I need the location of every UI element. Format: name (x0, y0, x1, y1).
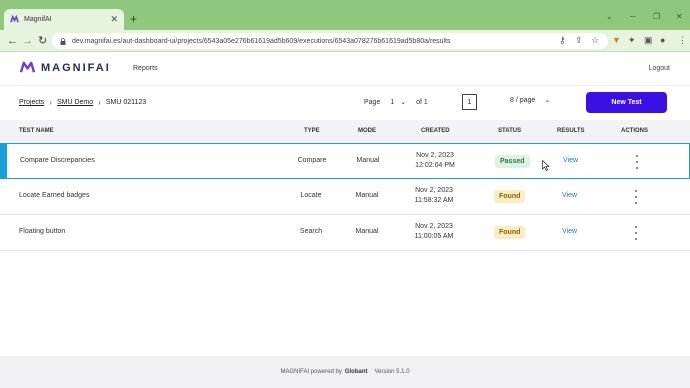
created-datetime: Nov 2, 2023 12:02:04 PM (400, 151, 470, 171)
mouse-cursor-icon (542, 160, 550, 171)
per-page-value: 8 / page (510, 96, 536, 104)
profile-avatar[interactable]: ● (660, 35, 665, 45)
tab-close-icon[interactable]: ✕ (110, 14, 118, 25)
status-badge: Passed (495, 155, 530, 168)
chevron-down-icon: ⌄ (400, 99, 407, 106)
test-mode: Manual (356, 157, 380, 164)
browser-tabstrip: MagnifAI ✕ + ⌄ ─ ❐ ✕ (0, 0, 690, 30)
created-datetime: Nov 2, 2023 11:58:32 AM (399, 186, 469, 206)
header-created: CREATED (421, 128, 450, 134)
new-test-button[interactable]: New Test (586, 92, 667, 113)
test-type: Compare (297, 157, 327, 164)
test-name: Compare Discrepancies (20, 157, 95, 164)
browser-tab[interactable]: MagnifAI ✕ (4, 9, 124, 30)
browser-toolbar: ← → ↻ dev.magnifai.es/aut-dashboard-ui/p… (0, 30, 690, 52)
app-header: MAGNIFAI Reports Logout (0, 52, 690, 86)
test-type: Locate (300, 192, 322, 199)
extensions-puzzle-icon[interactable]: ✦ (628, 35, 636, 46)
chevron-down-icon: ⌄ (544, 97, 551, 104)
footer-version: Version 5.1.0 (374, 369, 410, 375)
more-actions-icon[interactable] (633, 225, 639, 241)
minimize-icon[interactable]: ─ (630, 12, 636, 21)
table-row[interactable]: Locate Earned badges Locate Manual Nov 2… (0, 179, 690, 215)
created-date: Nov 2, 2023 (415, 223, 453, 230)
more-actions-icon[interactable] (633, 189, 639, 205)
created-time: 12:02:04 PM (415, 162, 455, 169)
tab-search-icon[interactable]: ⌄ (606, 12, 613, 21)
magnifai-logo[interactable]: MAGNIFAI (20, 61, 111, 74)
logo-text: MAGNIFAI (41, 61, 111, 74)
key-icon[interactable]: ⚷ (559, 35, 566, 46)
more-actions-icon[interactable] (634, 154, 640, 170)
table-row[interactable]: Compare Discrepancies Compare Manual Nov… (0, 143, 690, 179)
maximize-icon[interactable]: ❐ (653, 12, 660, 21)
test-type: Search (299, 228, 323, 235)
header-results: RESULTS (557, 128, 585, 134)
results-toolbar: Projects › SMU Demo › SMU 021123 Page 1 … (0, 86, 690, 120)
lock-icon (60, 37, 66, 45)
breadcrumb-projects[interactable]: Projects (19, 99, 44, 106)
created-datetime: Nov 2, 2023 11:00:05 AM (399, 222, 469, 242)
table-row[interactable]: Floating button Search Manual Nov 2, 202… (0, 215, 690, 251)
test-name: Locate Earned badges (19, 192, 90, 199)
created-date: Nov 2, 2023 (416, 152, 454, 159)
new-tab-icon[interactable]: + (130, 12, 137, 26)
side-panel-icon[interactable]: ▣ (644, 35, 653, 46)
test-mode: Manual (355, 192, 379, 199)
tab-title: MagnifAI (24, 16, 52, 23)
created-time: 11:58:32 AM (414, 197, 454, 204)
header-status: STATUS (498, 128, 522, 134)
magnifai-logo-icon (20, 61, 35, 73)
view-results-link[interactable]: View (562, 228, 577, 235)
header-test-name: TEST NAME (19, 128, 54, 134)
footer-powered-by: MAGNIFAI powered by (280, 369, 342, 375)
breadcrumb-current: SMU 021123 (105, 99, 147, 106)
share-icon[interactable]: ⇪ (575, 35, 583, 46)
header-actions: ACTIONS (621, 128, 648, 134)
test-mode: Manual (355, 228, 379, 235)
page-select-value: 1 (390, 98, 395, 106)
magnifai-favicon-icon (10, 15, 19, 23)
breadcrumb-demo[interactable]: SMU Demo (57, 99, 93, 106)
per-page-select[interactable]: 8 / page ⌄ (510, 96, 551, 105)
app-footer: MAGNIFAI powered by Globant Version 5.1.… (0, 356, 690, 388)
status-badge: Found (494, 226, 526, 239)
chevron-right-icon: › (49, 98, 52, 107)
window-close-icon[interactable]: ✕ (676, 12, 683, 21)
chevron-right-icon: › (98, 98, 101, 107)
bookmark-star-icon[interactable]: ☆ (591, 35, 599, 46)
extension-fox-icon[interactable]: ▼ (612, 35, 621, 45)
page-number-button[interactable]: 1 (462, 94, 477, 110)
breadcrumb: Projects › SMU Demo › SMU 021123 (19, 98, 146, 107)
page-label: Page (364, 98, 381, 106)
address-bar[interactable]: dev.magnifai.es/aut-dashboard-ui/project… (52, 33, 608, 49)
header-mode: MODE (358, 128, 376, 134)
header-type: TYPE (304, 128, 320, 134)
footer-company: Globant (344, 369, 368, 375)
status-badge: Found (494, 190, 526, 203)
test-name: Floating button (19, 228, 66, 235)
url-text: dev.magnifai.es/aut-dashboard-ui/project… (72, 37, 451, 45)
page-of-label: of 1 (416, 98, 428, 106)
browser-menu-icon[interactable]: ⋮ (678, 35, 687, 46)
pagination: Page 1 ⌄ of 1 (364, 92, 428, 112)
back-icon[interactable]: ← (7, 35, 18, 47)
reload-icon[interactable]: ↻ (38, 35, 47, 47)
logout-link[interactable]: Logout (649, 65, 670, 72)
view-results-link[interactable]: View (562, 192, 577, 199)
forward-icon[interactable]: → (22, 35, 33, 47)
page-select[interactable]: 1 ⌄ (390, 98, 407, 107)
created-date: Nov 2, 2023 (415, 187, 453, 194)
table-header: TEST NAME TYPE MODE CREATED STATUS RESUL… (0, 120, 690, 142)
nav-reports[interactable]: Reports (133, 65, 158, 72)
row-selected-indicator (0, 143, 7, 179)
created-time: 11:00:05 AM (414, 233, 454, 240)
view-results-link[interactable]: View (563, 157, 578, 164)
